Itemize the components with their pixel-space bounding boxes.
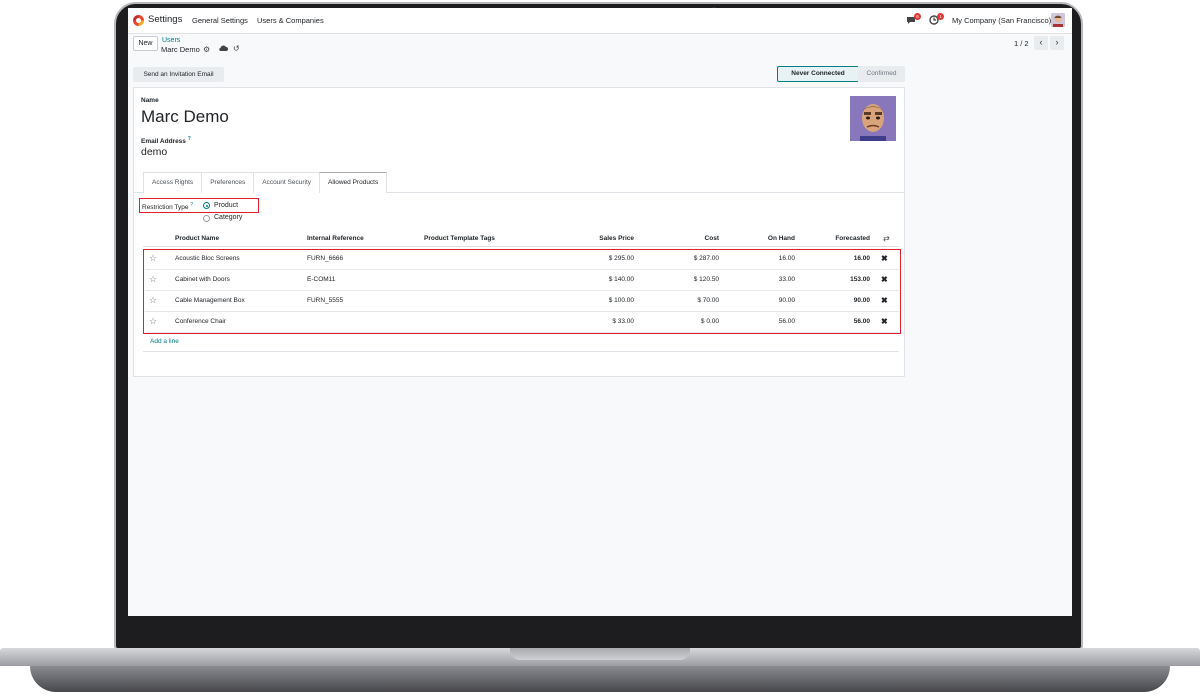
radio-product[interactable]	[203, 202, 210, 209]
col-sales-price[interactable]: Sales Price	[578, 235, 634, 242]
app-name[interactable]: Settings	[148, 14, 182, 25]
gear-icon[interactable]: ⚙	[203, 45, 210, 54]
odoo-logo-icon[interactable]	[133, 15, 144, 26]
navbar: Settings General Settings Users & Compan…	[128, 8, 1072, 34]
tab-access-rights[interactable]: Access Rights	[143, 172, 203, 193]
status-confirmed[interactable]: Confirmed	[858, 66, 905, 82]
radio-category-label[interactable]: Category	[214, 214, 242, 221]
base-bottom	[30, 666, 1170, 692]
col-product-name[interactable]: Product Name	[175, 235, 219, 242]
radio-category[interactable]	[203, 215, 210, 222]
tab-account-security[interactable]: Account Security	[253, 172, 321, 193]
base-notch	[510, 648, 690, 660]
restriction-type-label: Restriction Type ?	[142, 202, 193, 211]
col-forecasted[interactable]: Forecasted	[808, 235, 870, 242]
notebook-tabs: Access Rights Preferences Account Securi…	[143, 172, 388, 193]
send-invitation-button[interactable]: Send an Invitation Email	[133, 67, 224, 82]
discard-icon[interactable]: ↺	[233, 44, 240, 53]
email-help-icon[interactable]: ?	[188, 136, 191, 142]
add-line-link[interactable]: Add a line	[150, 338, 179, 345]
col-product-template-tags[interactable]: Product Template Tags	[424, 235, 495, 242]
user-photo[interactable]	[850, 96, 896, 141]
screen: Settings General Settings Users & Compan…	[128, 8, 1072, 616]
cloud-save-icon[interactable]	[219, 44, 228, 52]
laptop-base	[0, 648, 1200, 697]
radio-product-label[interactable]: Product	[214, 202, 238, 209]
name-field[interactable]: Marc Demo	[141, 107, 229, 127]
breadcrumb-current: Marc Demo	[161, 45, 200, 54]
tab-preferences[interactable]: Preferences	[201, 172, 255, 193]
pager-value[interactable]: 1 / 2	[1014, 39, 1029, 48]
email-label: Email Address ?	[141, 136, 191, 145]
user-avatar[interactable]	[1051, 13, 1065, 27]
col-on-hand[interactable]: On Hand	[738, 235, 795, 242]
breadcrumb-users[interactable]: Users	[162, 37, 180, 44]
menu-general-settings[interactable]: General Settings	[192, 16, 248, 25]
chat-badge: 6	[914, 13, 921, 20]
optional-columns-icon[interactable]: ⇄	[883, 234, 890, 243]
company-switcher[interactable]: My Company (San Francisco)	[952, 16, 1051, 25]
col-internal-reference[interactable]: Internal Reference	[307, 235, 364, 242]
activity-badge: 1	[937, 13, 944, 20]
restriction-help-icon[interactable]: ?	[190, 202, 193, 208]
table-header-divider	[143, 246, 899, 247]
email-label-text: Email Address	[141, 138, 186, 146]
name-label: Name	[141, 97, 159, 104]
menu-users-companies[interactable]: Users & Companies	[257, 16, 324, 25]
new-button[interactable]: New	[133, 36, 158, 51]
pager-previous-button[interactable]: ‹	[1034, 36, 1048, 50]
email-field[interactable]: demo	[141, 146, 167, 158]
restriction-type-label-text: Restriction Type	[142, 204, 189, 212]
status-never-connected[interactable]: Never Connected	[777, 66, 859, 82]
col-cost[interactable]: Cost	[668, 235, 719, 242]
table-highlight-box	[143, 249, 901, 334]
tab-allowed-products[interactable]: Allowed Products	[319, 172, 388, 193]
pager-next-button[interactable]: ›	[1050, 36, 1064, 50]
table-footer-divider	[143, 351, 899, 352]
